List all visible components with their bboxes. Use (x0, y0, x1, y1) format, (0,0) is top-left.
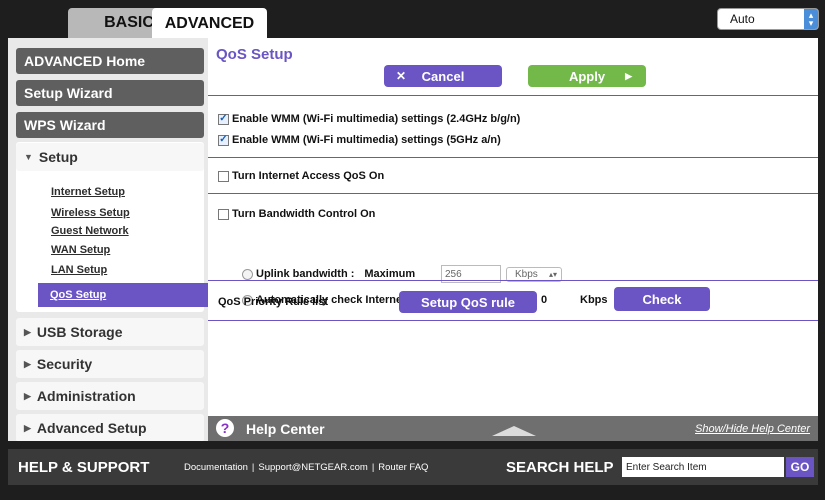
main-content: QoS Setup ✕ Cancel Apply ▶ ✓ Enable WMM … (208, 38, 818, 441)
sidebar: ADVANCED Home Setup Wizard WPS Wizard ▼ … (8, 38, 228, 442)
apply-button[interactable]: Apply ▶ (528, 65, 646, 87)
uplink-unit-value: Kbps (515, 269, 538, 280)
sidebar-subitem-qos-setup[interactable]: QoS Setup (38, 283, 228, 307)
bandwidth-control-label: Turn Bandwidth Control On (232, 208, 376, 220)
show-hide-help-link[interactable]: Show/Hide Help Center (695, 423, 810, 435)
cancel-button[interactable]: ✕ Cancel (384, 65, 502, 87)
check-button[interactable]: Check (614, 287, 710, 311)
uplink-bandwidth-radio[interactable] (242, 268, 253, 280)
divider (208, 95, 818, 96)
select-arrows-icon: ▴▾ (548, 270, 557, 279)
sidebar-item-setup-wizard[interactable]: Setup Wizard (16, 80, 204, 106)
search-help-title: SEARCH HELP (506, 458, 614, 476)
sidebar-item-label: USB Storage (36, 324, 123, 340)
page-body: ADVANCED Home Setup Wizard WPS Wizard ▼ … (8, 38, 818, 442)
sidebar-subitem-wireless-setup[interactable]: Wireless Setup (51, 207, 130, 219)
sidebar-item-wps-wizard[interactable]: WPS Wizard (16, 112, 204, 138)
arrow-right-icon: ▶ (625, 70, 632, 81)
divider (208, 157, 818, 158)
link-separator: | (251, 461, 255, 473)
help-center-title: Help Center (246, 420, 325, 437)
auto-check-value: 0 (541, 294, 548, 306)
sidebar-item-advanced-home[interactable]: ADVANCED Home (16, 48, 204, 74)
sidebar-item-label: Advanced Setup (36, 420, 147, 436)
bandwidth-control-row: Turn Bandwidth Control On (218, 208, 375, 220)
search-input[interactable]: Enter Search Item (622, 457, 784, 477)
internet-qos-label: Turn Internet Access QoS On (232, 170, 385, 182)
expand-arrow-icon[interactable] (492, 426, 536, 436)
wmm-5ghz-label: Enable WMM (Wi-Fi multimedia) settings (… (232, 134, 501, 146)
maximum-label: Maximum (364, 268, 416, 280)
uplink-bandwidth-row: Uplink bandwidth : Maximum (242, 268, 415, 280)
chevron-right-icon: ▶ (24, 422, 31, 433)
sidebar-item-label: Security (36, 356, 93, 372)
uplink-bandwidth-label: Uplink bandwidth : (256, 268, 355, 280)
chevron-right-icon: ▶ (24, 326, 31, 337)
language-select[interactable]: Auto ▴ ▾ (717, 8, 819, 30)
search-go-button[interactable]: GO (786, 457, 814, 477)
setup-qos-rule-button[interactable]: Setup QoS rule (399, 291, 537, 313)
sidebar-item-usb-storage[interactable]: ▶ USB Storage (16, 318, 204, 346)
help-support-links: Documentation | Support@NETGEAR.com | Ro… (184, 462, 428, 473)
link-separator: | (371, 461, 375, 473)
cancel-button-label: Cancel (421, 68, 465, 84)
wmm-24ghz-row: ✓ Enable WMM (Wi-Fi multimedia) settings… (218, 113, 520, 125)
wmm-24ghz-label: Enable WMM (Wi-Fi multimedia) settings (… (232, 113, 521, 125)
page-title: QoS Setup (216, 46, 293, 63)
select-arrows-icon: ▴▾ (804, 9, 818, 29)
footer-bar: HELP & SUPPORT Documentation | Support@N… (8, 449, 818, 485)
sidebar-item-advanced-setup[interactable]: ▶ Advanced Setup (16, 414, 204, 442)
wmm-5ghz-checkbox[interactable]: ✓ (218, 134, 229, 146)
support-email-link[interactable]: Support@NETGEAR.com (258, 462, 367, 473)
sidebar-item-label: Setup (38, 149, 78, 165)
sidebar-item-administration[interactable]: ▶ Administration (16, 382, 204, 410)
divider (208, 193, 818, 194)
tab-advanced[interactable]: ADVANCED (152, 8, 267, 40)
sidebar-subitem-wan-setup[interactable]: WAN Setup (51, 244, 110, 256)
bandwidth-control-checkbox[interactable] (218, 208, 229, 220)
router-faq-link[interactable]: Router FAQ (378, 462, 428, 473)
sidebar-item-security[interactable]: ▶ Security (16, 350, 204, 378)
close-icon: ✕ (396, 69, 407, 83)
divider (208, 280, 818, 281)
sidebar-subitem-guest-network[interactable]: Guest Network (51, 225, 129, 237)
internet-qos-row: Turn Internet Access QoS On (218, 170, 384, 182)
wmm-5ghz-row: ✓ Enable WMM (Wi-Fi multimedia) settings… (218, 134, 501, 146)
chevron-right-icon: ▶ (24, 358, 31, 369)
apply-button-label: Apply (568, 68, 606, 84)
language-select-value: Auto (730, 12, 755, 26)
auto-check-unit: Kbps (580, 294, 608, 306)
qos-rule-list-label: QoS Priority Rule list (218, 296, 329, 308)
help-support-title: HELP & SUPPORT (18, 458, 150, 476)
help-icon: ? (216, 419, 234, 437)
documentation-link[interactable]: Documentation (184, 462, 248, 473)
footer: HELP & SUPPORT Documentation | Support@N… (0, 441, 825, 500)
divider (208, 320, 818, 321)
router-admin-frame: BASIC ADVANCED Auto ▴ ▾ ADVANCED Home Set… (0, 0, 825, 500)
sidebar-item-label: Administration (36, 388, 136, 404)
sidebar-subitem-internet-setup[interactable]: Internet Setup (51, 186, 125, 198)
sidebar-item-setup[interactable]: ▼ Setup (16, 143, 204, 171)
sidebar-subitem-lan-setup[interactable]: LAN Setup (51, 264, 107, 276)
help-center-bar: ? Help Center Show/Hide Help Center (208, 416, 818, 441)
internet-qos-checkbox[interactable] (218, 170, 229, 182)
chevron-right-icon: ▶ (24, 390, 31, 401)
wmm-24ghz-checkbox[interactable]: ✓ (218, 113, 229, 125)
chevron-down-icon: ▼ (24, 152, 33, 162)
